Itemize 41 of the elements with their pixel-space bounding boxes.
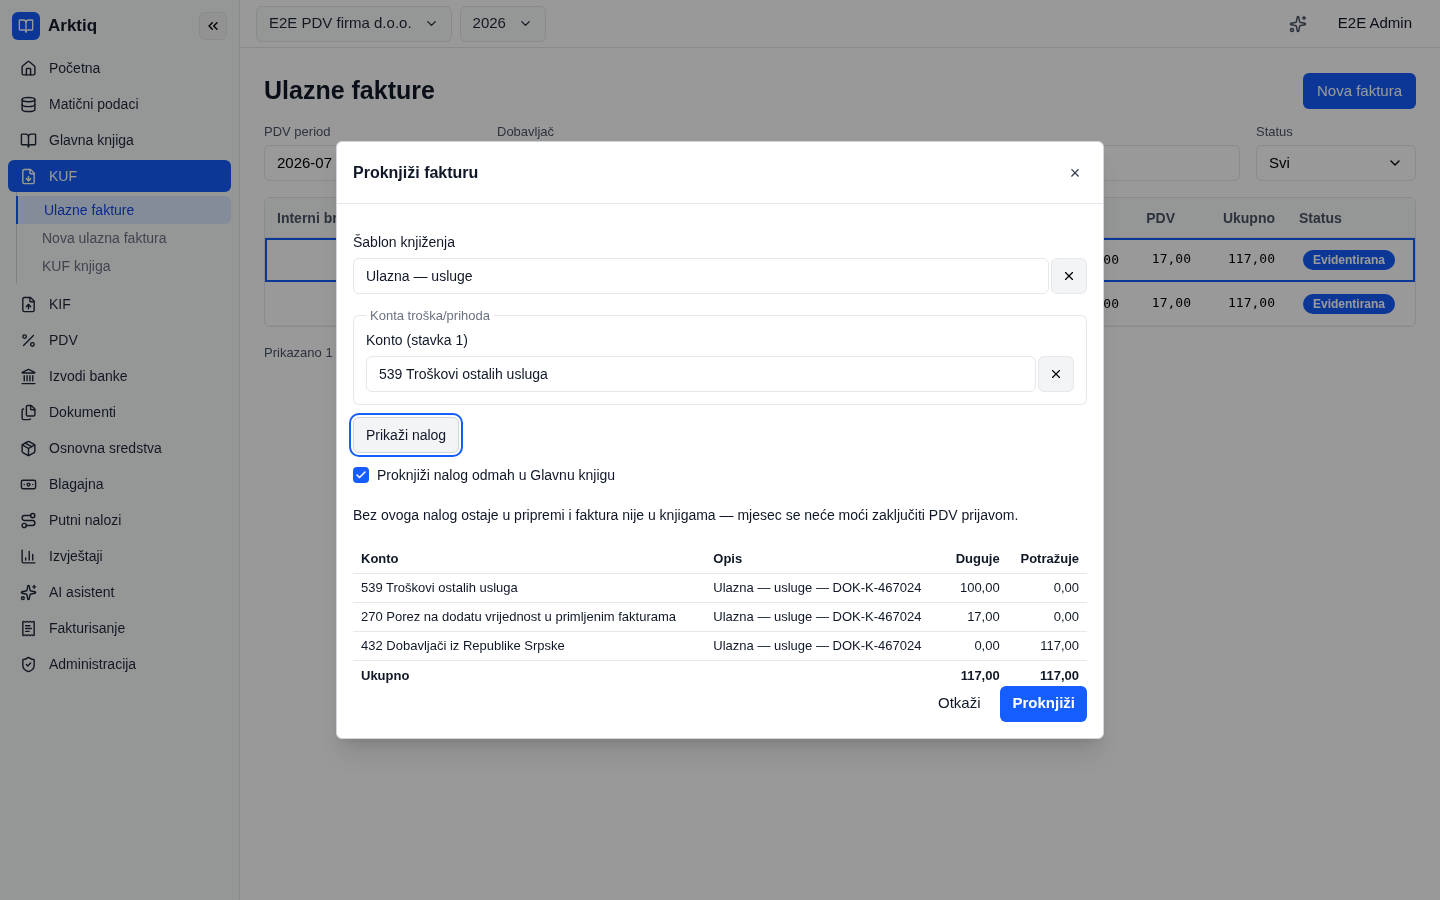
field-label: Konto (stavka 1)	[366, 330, 469, 350]
table-cell: 17,00	[943, 602, 1008, 632]
table-cell: 539 Troškovi ostalih usluga	[353, 573, 706, 603]
status-badge: Evidentirana	[1303, 294, 1396, 314]
column-header: Konto	[353, 544, 706, 574]
column-header: Status	[1298, 208, 1343, 228]
field-label: Status	[1256, 122, 1294, 141]
table-cell: 432 Dobavljači iz Republike Srpske	[353, 631, 706, 661]
dialog-title: Proknjiži fakturu	[353, 162, 479, 183]
table-cell: Ukupno	[353, 660, 706, 690]
table-cell: 0,00	[943, 631, 1008, 661]
field-label: Dobavljač	[497, 122, 556, 141]
column-header: PDV	[1145, 208, 1176, 228]
warning-note: Bez ovoga nalog ostaje u pripremi i faktura nije u knjigama — mjesec se neće moći zaključiti PDV prijavom.	[353, 505, 1020, 525]
table-cell: 100,00	[943, 573, 1008, 603]
page-title: Ulazne fakture	[264, 75, 435, 106]
table-cell-text: 17,00	[1150, 250, 1192, 269]
table-cell: 0,00	[1007, 573, 1087, 603]
column-header: Ukupno	[1221, 208, 1276, 228]
table-cell: Ulazna — usluge — DOK-K-467024	[705, 631, 944, 661]
checkbox-label: Proknjiži nalog odmah u Glavnu knjigu	[377, 465, 616, 485]
column-header: Duguje	[943, 544, 1008, 574]
table-cell: 270 Porez na dodatu vrijednost u primljenim fakturama	[353, 602, 706, 632]
group-legend: Konta troška/prihoda	[366, 306, 494, 326]
table-cell-text: 117,00	[1227, 294, 1276, 313]
column-header: Potražuje	[1007, 544, 1087, 574]
table-cell-text: 17,00	[1150, 294, 1192, 313]
table-cell: 00	[1103, 252, 1119, 268]
status-badge: Evidentirana	[1303, 250, 1396, 270]
column-header: Interni br	[276, 208, 337, 228]
table-cell: Ulazna — usluge — DOK-K-467024	[705, 602, 944, 632]
app-name: Arktiq	[48, 15, 98, 38]
pagination-summary: Prikazano 1	[264, 344, 334, 362]
table-cell: Ulazna — usluge — DOK-K-467024	[705, 573, 944, 603]
table-cell: 00	[1103, 296, 1119, 312]
table-cell: 0,00	[1007, 602, 1087, 632]
field-label: Šablon knjiženja	[353, 233, 456, 252]
column-header: Opis	[705, 544, 944, 574]
field-label: PDV period	[264, 122, 332, 141]
table-cell: 117,00	[1007, 631, 1087, 661]
table-cell-text: 117,00	[1227, 250, 1276, 269]
